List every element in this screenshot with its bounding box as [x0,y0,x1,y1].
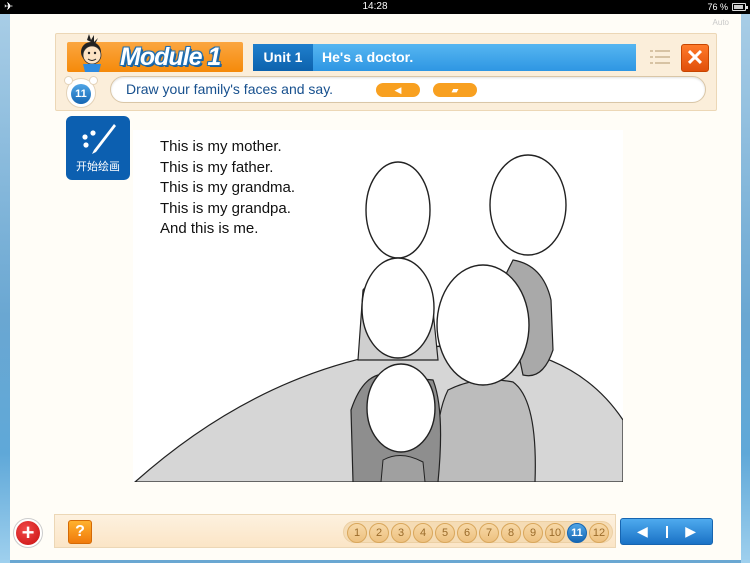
close-button[interactable]: ✕ [681,44,709,72]
mascot-icon [81,34,102,72]
footer-bar: ? 1 2 3 4 5 6 7 8 9 10 11 12 [54,514,616,548]
badge-ear [64,76,73,85]
left-side-strip [0,14,10,563]
unit-bar: Unit 1 He's a doctor. [253,44,636,71]
question-icon: ? [75,523,85,540]
speaker-icon: ◀ [394,85,402,95]
start-drawing-label: 开始绘画 [76,160,120,173]
right-side-strip [741,14,750,563]
page-button[interactable]: 1 [347,523,367,543]
play-sound-button[interactable]: ◀ [376,83,420,97]
module-banner: Module 1 [67,34,243,72]
nav-separator [666,526,668,538]
record-button[interactable]: ▰ [433,83,477,97]
page-selector: 1 2 3 4 5 6 7 8 9 10 11 12 [343,521,613,543]
page-button[interactable]: 7 [479,523,499,543]
page-button-current[interactable]: 11 [567,523,587,543]
badge-ear [89,76,98,85]
sentence-line: This is my father. [160,158,274,176]
list-menu-icon [650,50,653,52]
page-button[interactable]: 4 [413,523,433,543]
page-button[interactable]: 2 [369,523,389,543]
plus-icon: + [16,521,40,545]
lesson-header: Module 1 Unit 1 He's a doctor. ✕ 11 Draw… [55,33,717,111]
list-menu-button[interactable] [650,49,670,65]
paint-brush-icon [82,124,116,154]
sentence-list: This is my mother. This is my father. Th… [160,137,295,240]
sentence-line: This is my grandma. [160,179,296,196]
page-button[interactable]: 5 [435,523,455,543]
menu-line [655,62,670,64]
sentence-line: And this is me. [160,220,259,237]
close-icon: ✕ [685,45,705,70]
page-button[interactable]: 10 [545,523,565,543]
sentence-line: This is my grandpa. [160,199,291,217]
page-button[interactable]: 9 [523,523,543,543]
page-navigation: ◀ ▶ [620,518,713,545]
menu-dot [650,62,653,64]
help-button[interactable]: ? [68,520,92,544]
page-button[interactable]: 6 [457,523,477,543]
clock: 14:28 [362,1,388,12]
drawing-canvas[interactable]: This is my mother. This is my father. Th… [133,130,623,482]
add-button[interactable]: + [13,518,43,548]
menu-dot [650,56,653,58]
unit-label: Unit 1 [253,44,313,71]
page-button[interactable]: 3 [391,523,411,543]
previous-page-button[interactable]: ◀ [637,519,648,544]
page-button[interactable]: 12 [589,523,609,543]
instruction-text: Draw your family's faces and say. [126,81,334,97]
page-button[interactable]: 8 [501,523,521,543]
sentence-line: This is my mother. [160,138,282,155]
auto-label: Auto [712,18,729,27]
menu-line [655,56,670,58]
status-bar: ✈ 14:28 76 % [0,0,750,14]
step-number: 11 [71,84,91,104]
module-title: Module 1 [120,43,221,71]
recorder-icon: ▰ [451,85,459,95]
battery-percent: 76 % [707,2,728,12]
menu-line [655,50,670,52]
battery-icon [732,3,748,11]
instruction-bar: Draw your family's faces and say. ◀ ▰ [110,76,706,103]
unit-title: He's a doctor. [322,49,414,65]
start-drawing-button[interactable]: 开始绘画 [66,116,130,180]
next-page-button[interactable]: ▶ [685,519,696,544]
step-badge: 11 [64,76,98,108]
